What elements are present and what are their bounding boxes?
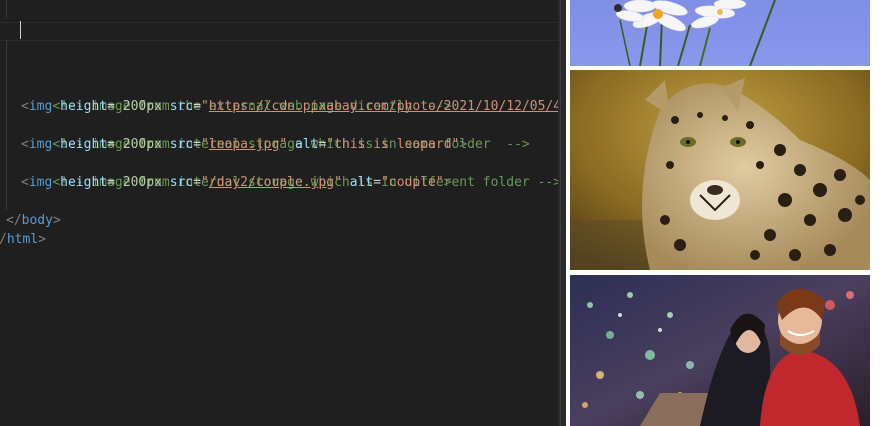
text-caret bbox=[20, 21, 21, 39]
height-value: 200px bbox=[122, 175, 162, 190]
attr-alt: alt bbox=[349, 175, 374, 190]
equals: = bbox=[193, 137, 202, 152]
quote: " bbox=[334, 175, 342, 190]
equals: = bbox=[107, 99, 123, 114]
attr-height: height bbox=[60, 99, 108, 114]
quote: " bbox=[201, 99, 209, 114]
split-divider[interactable] bbox=[558, 0, 566, 426]
height-value: 200px bbox=[122, 137, 162, 152]
quote: " bbox=[201, 137, 209, 152]
tag-name: img bbox=[28, 137, 53, 152]
tag-bracket: > bbox=[459, 137, 468, 152]
tag-bracket: > bbox=[52, 213, 61, 228]
src-link[interactable]: leopa.jpg bbox=[209, 137, 279, 152]
flower-image bbox=[570, 0, 870, 66]
tag-bracket: / bbox=[0, 232, 7, 247]
leopard-image bbox=[570, 70, 870, 270]
code-line-img-leopard[interactable]: <img height= 200px src="leopa.jpg" alt="… bbox=[21, 135, 467, 154]
alt-value: "couple" bbox=[381, 175, 444, 190]
quote: " bbox=[201, 175, 209, 190]
tag-bracket: > bbox=[38, 232, 46, 247]
equals: = bbox=[107, 137, 123, 152]
indent-guide bbox=[6, 0, 7, 18]
tag-bracket: < bbox=[21, 137, 29, 152]
tag-name: img bbox=[28, 99, 53, 114]
attr-height: height bbox=[60, 175, 108, 190]
code-line-img-external[interactable]: <img height= 200px src="https://cdn.pixa… bbox=[21, 97, 558, 116]
tag-bracket: </ bbox=[6, 213, 22, 228]
equals: = bbox=[193, 175, 202, 190]
equals: = bbox=[107, 175, 123, 190]
tag-bracket: > bbox=[443, 175, 452, 190]
code-line-comment-same-folder[interactable]: <!-- image from internal storage which i… bbox=[21, 116, 529, 152]
tag-bracket: < bbox=[21, 99, 29, 114]
equals: = bbox=[373, 175, 382, 190]
height-value: 200px bbox=[122, 99, 162, 114]
src-link[interactable]: https://cdn.pixabay.com/photo/2021/10/12… bbox=[209, 99, 558, 114]
equals: = bbox=[193, 99, 202, 114]
code-line-html-close[interactable]: /html> bbox=[0, 230, 46, 249]
src-link[interactable]: /day2/couple.jpg bbox=[209, 175, 334, 190]
alt-value: "this is leopard" bbox=[326, 137, 460, 152]
attr-src: src bbox=[169, 175, 194, 190]
attr-src: src bbox=[169, 137, 194, 152]
code-editor[interactable]: <!-- image from the external web page di… bbox=[0, 0, 558, 426]
code-line-img-couple[interactable]: <img height= 200px src="/day2/couple.jpg… bbox=[21, 173, 452, 192]
code-line-comment-external[interactable]: <!-- image from the external web page di… bbox=[21, 78, 451, 114]
tag-name: body bbox=[21, 213, 53, 228]
couple-image bbox=[570, 275, 870, 426]
code-line-body-close[interactable]: </body> bbox=[6, 211, 61, 230]
attr-src: src bbox=[169, 99, 194, 114]
attr-height: height bbox=[60, 137, 108, 152]
attr-alt: alt bbox=[294, 137, 319, 152]
current-line-highlight bbox=[0, 22, 558, 41]
code-line-comment-different-folder[interactable]: <!-- image from internal storage which i… bbox=[21, 154, 558, 190]
quote: " bbox=[279, 137, 288, 152]
indent-guide bbox=[6, 40, 7, 210]
tag-name: html bbox=[6, 232, 39, 247]
tag-bracket: < bbox=[21, 175, 29, 190]
browser-preview bbox=[566, 0, 893, 426]
tag-name: img bbox=[28, 175, 53, 190]
